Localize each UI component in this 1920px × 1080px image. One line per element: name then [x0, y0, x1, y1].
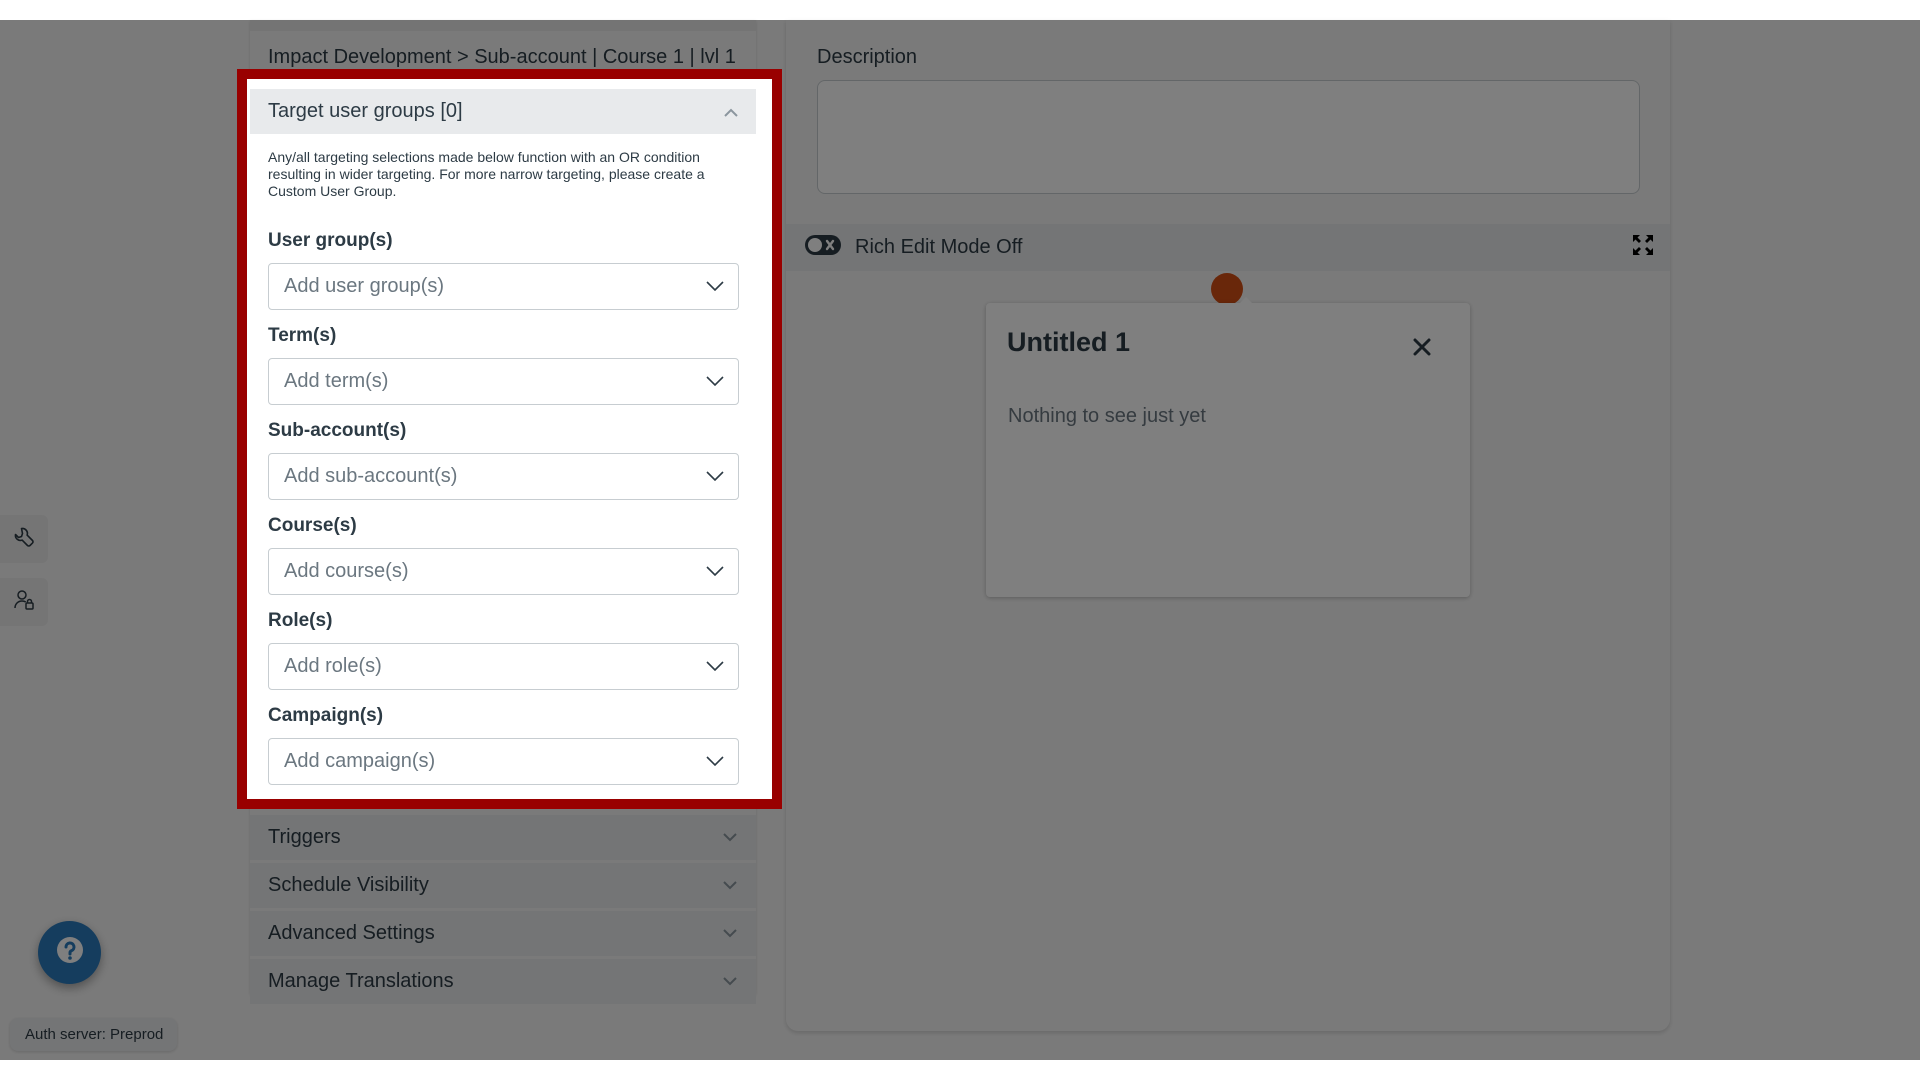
- section-label: Triggers: [268, 826, 341, 848]
- chevron-down-icon: [722, 974, 738, 990]
- select-placeholder: Add sub-account(s): [284, 465, 458, 487]
- select-placeholder: Add user group(s): [284, 275, 445, 297]
- roles-select[interactable]: Add role(s): [268, 643, 739, 690]
- breadcrumb: Impact Development > Sub-account | Cours…: [268, 46, 736, 68]
- chevron-down-icon: [706, 658, 724, 676]
- courses-label: Course(s): [268, 515, 357, 536]
- question-icon: [56, 936, 84, 969]
- fullscreen-icon[interactable]: [1632, 234, 1654, 261]
- description-label: Description: [817, 46, 918, 68]
- section-advanced-settings[interactable]: Advanced Settings: [250, 911, 756, 956]
- section-label: Manage Translations: [268, 970, 454, 992]
- campaigns-label: Campaign(s): [268, 705, 384, 726]
- chevron-down-icon: [722, 926, 738, 942]
- section-schedule-visibility[interactable]: Schedule Visibility: [250, 863, 756, 908]
- auth-server-badge: Auth server: Preprod: [10, 1018, 178, 1051]
- chevron-down-icon: [706, 373, 724, 391]
- target-user-groups-header[interactable]: Target user groups [0]: [250, 89, 756, 134]
- chevron-down-icon: [722, 830, 738, 846]
- select-placeholder: Add term(s): [284, 370, 389, 392]
- targeting-note: Any/all targeting selections made below …: [268, 149, 705, 199]
- courses-select[interactable]: Add course(s): [268, 548, 739, 595]
- close-icon[interactable]: [1412, 337, 1432, 357]
- sub-accounts-label: Sub-account(s): [268, 420, 407, 441]
- chevron-up-icon: [724, 100, 738, 123]
- help-button[interactable]: [38, 921, 101, 984]
- section-manage-translations[interactable]: Manage Translations: [250, 959, 756, 1004]
- user-permissions-button[interactable]: [0, 578, 48, 626]
- card-title: Untitled 1: [1007, 327, 1131, 357]
- card-notch: [1234, 297, 1258, 309]
- page: Impact Development > Sub-account | Cours…: [0, 0, 1920, 1080]
- description-textarea[interactable]: [817, 80, 1640, 194]
- chevron-down-icon: [706, 753, 724, 771]
- terms-select[interactable]: Add term(s): [268, 358, 739, 405]
- section-triggers[interactable]: Triggers: [250, 815, 756, 860]
- card-body: Nothing to see just yet: [1008, 405, 1206, 427]
- section-label: Advanced Settings: [268, 922, 435, 944]
- preview-card: Untitled 1 Nothing to see just yet: [986, 297, 1470, 597]
- select-placeholder: Add course(s): [284, 560, 409, 582]
- editor-toolbar: Rich Edit Mode Off: [786, 224, 1670, 271]
- user-groups-label: User group(s): [268, 230, 393, 251]
- section-label: Schedule Visibility: [268, 874, 429, 896]
- terms-label: Term(s): [268, 325, 337, 346]
- chevron-down-icon: [706, 278, 724, 296]
- section-title: Target user groups [0]: [268, 100, 463, 122]
- chevron-down-icon: [722, 878, 738, 894]
- chevron-down-icon: [706, 468, 724, 486]
- wrench-icon: [12, 525, 36, 554]
- roles-label: Role(s): [268, 610, 333, 631]
- user-groups-select[interactable]: Add user group(s): [268, 263, 739, 310]
- chevron-down-icon: [706, 563, 724, 581]
- target-user-groups-section: Target user groups [0] Any/all targeting…: [237, 69, 782, 809]
- rich-edit-label: Rich Edit Mode Off: [855, 236, 1023, 258]
- user-lock-icon: [12, 588, 36, 617]
- sub-accounts-select[interactable]: Add sub-account(s): [268, 453, 739, 500]
- campaigns-select[interactable]: Add campaign(s): [268, 738, 739, 785]
- tools-button[interactable]: [0, 515, 48, 563]
- select-placeholder: Add campaign(s): [284, 750, 436, 772]
- select-placeholder: Add role(s): [284, 655, 382, 677]
- rich-edit-toggle[interactable]: [805, 235, 841, 260]
- panel-top-band: [250, 20, 756, 31]
